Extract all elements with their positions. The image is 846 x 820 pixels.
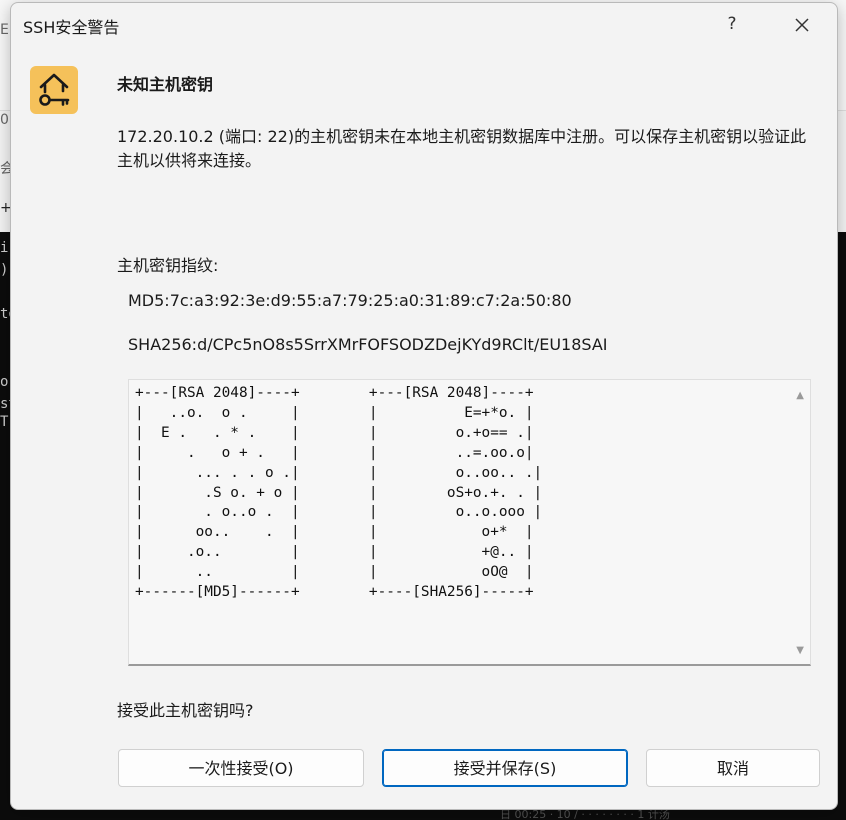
scroll-down-arrow-icon[interactable]: ▼ xyxy=(796,645,804,656)
background-text: 0 xyxy=(0,112,9,128)
randomart-textbox[interactable]: +---[RSA 2048]----+ +---[RSA 2048]----+ … xyxy=(128,379,811,666)
house-key-icon xyxy=(39,73,70,106)
md5-fingerprint: MD5:7c:a3:92:3e:d9:55:a7:79:25:a0:31:89:… xyxy=(128,291,572,310)
cancel-button[interactable]: 取消 xyxy=(646,749,820,787)
sha256-fingerprint: SHA256:d/CPc5nO8s5SrrXMrFOFSODZDejKYd9RC… xyxy=(128,335,608,354)
close-icon xyxy=(795,17,809,32)
accept-and-save-button[interactable]: 接受并保存(S) xyxy=(382,749,628,787)
warning-message: 172.20.10.2 (端口: 22)的主机密钥未在本地主机密钥数据库中注册。… xyxy=(117,127,807,170)
accept-question: 接受此主机密钥吗? xyxy=(117,701,254,720)
scroll-up-arrow-icon[interactable]: ▲ xyxy=(796,390,804,401)
ssh-security-alert-dialog: SSH安全警告 ? 未知主机密钥 172.20.10.2 (端口: 22)的主机… xyxy=(10,2,838,810)
dialog-heading: 未知主机密钥 xyxy=(117,75,214,94)
fingerprint-label: 主机密钥指纹: xyxy=(117,256,219,275)
accept-once-button[interactable]: 一次性接受(O) xyxy=(118,749,364,787)
terminal-text: i xyxy=(0,240,9,256)
terminal-text: T xyxy=(0,414,9,430)
title-bar[interactable]: SSH安全警告 ? xyxy=(11,3,837,45)
dialog-title: SSH安全警告 xyxy=(23,18,120,37)
terminal-text: o xyxy=(0,374,9,390)
terminal-text: ) xyxy=(0,262,9,278)
help-button[interactable]: ? xyxy=(717,11,747,37)
host-key-icon xyxy=(30,66,78,114)
randomart-text: +---[RSA 2048]----+ +---[RSA 2048]----+ … xyxy=(135,385,543,601)
close-button[interactable] xyxy=(785,11,819,37)
